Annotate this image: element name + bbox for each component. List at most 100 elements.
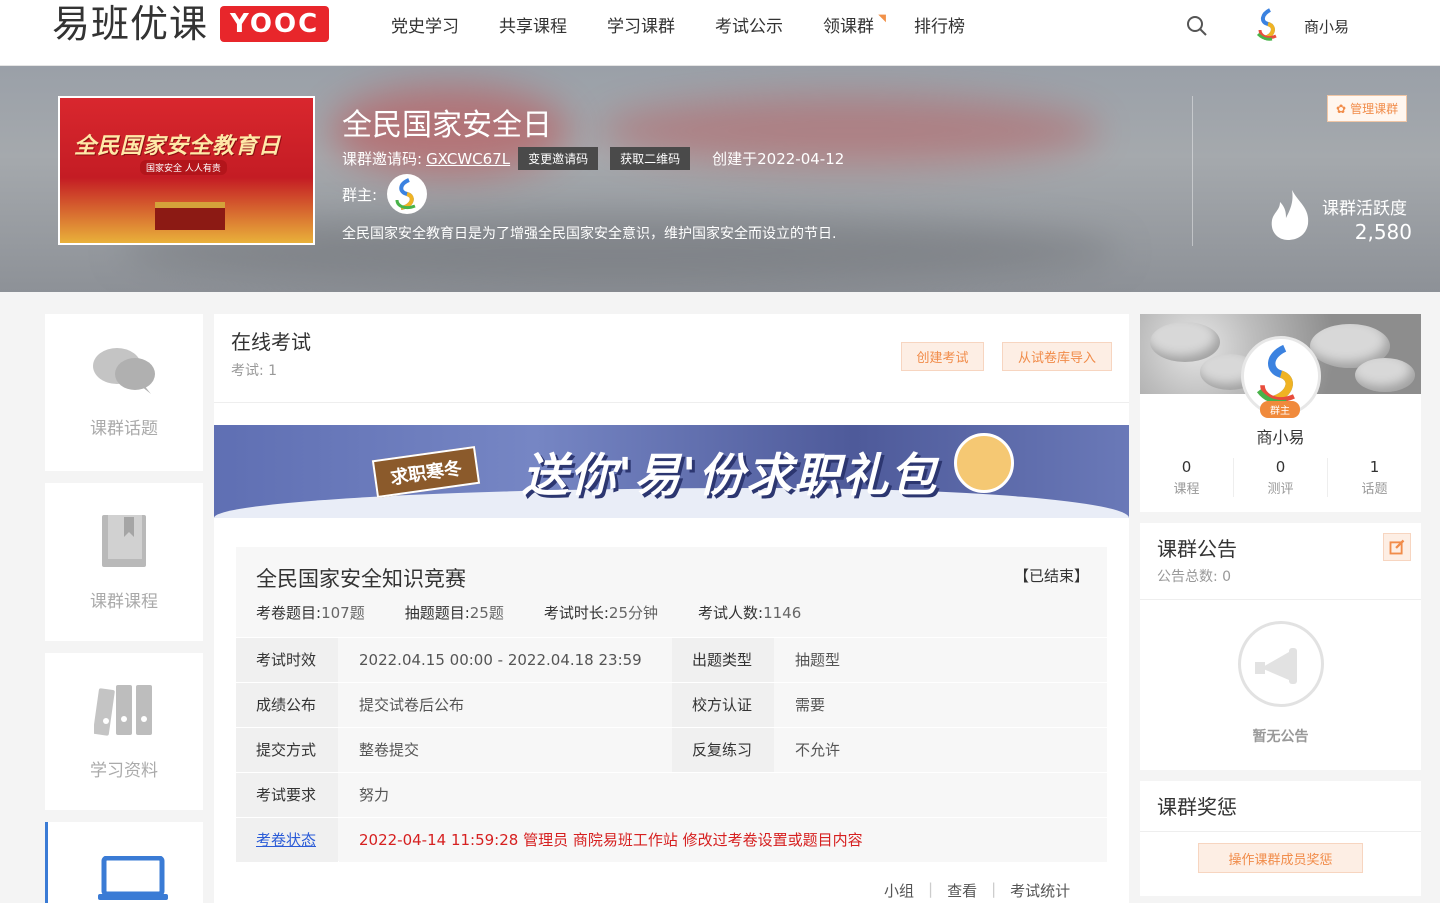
- nav-item-party-history[interactable]: 党史学习: [391, 14, 459, 40]
- chat-bubbles-icon: [93, 348, 155, 394]
- rss-icon: ◥: [878, 13, 886, 24]
- cell-value: 需要: [775, 683, 1107, 727]
- manage-rewards-button[interactable]: 操作课群成员奖惩: [1198, 843, 1363, 873]
- nav-item-study-groups[interactable]: 学习课群: [607, 14, 675, 40]
- sidebar-item-label: 课群话题: [90, 419, 158, 439]
- view-link[interactable]: 查看: [947, 880, 977, 901]
- banner-divider: [1192, 96, 1193, 246]
- owner-logo-icon: [395, 178, 416, 210]
- reward-card: 课群奖惩 操作课群成员奖惩: [1140, 781, 1421, 896]
- meta-label: 考试人数:: [698, 604, 764, 622]
- exam-status-link[interactable]: 考卷状态: [256, 831, 316, 849]
- cell-label: 考试时效: [236, 638, 338, 682]
- stat-label: 话题: [1361, 482, 1388, 497]
- change-invite-code-button[interactable]: 变更邀请码: [518, 147, 599, 170]
- promo-text: 送你'易'份求职礼包: [522, 448, 939, 502]
- section-divider: [214, 402, 1129, 403]
- invite-code[interactable]: GXCWC67L: [426, 150, 510, 168]
- invite-row: 课群邀请码: GXCWC67L 变更邀请码 获取二维码 创建于2022-04-1…: [342, 147, 844, 170]
- stat-topics[interactable]: 1 话题: [1328, 458, 1421, 497]
- stat-courses[interactable]: 0 课程: [1140, 458, 1234, 497]
- binders-icon: [94, 685, 152, 736]
- search-icon[interactable]: [1186, 15, 1208, 37]
- action-separator: |: [928, 880, 934, 898]
- exam-statistics-link[interactable]: 考试统计: [1010, 880, 1070, 901]
- group-cover-image: 全民国家安全教育日 国家安全 人人有责: [58, 96, 315, 245]
- owner-row: 群主:: [342, 174, 428, 214]
- manage-group-button[interactable]: ✿ 管理课群: [1327, 95, 1408, 122]
- invite-label: 课群邀请码:: [342, 150, 423, 168]
- user-avatar[interactable]: [1254, 8, 1284, 42]
- promo-banner[interactable]: 求职寒冬 送你'易'份求职礼包: [214, 425, 1129, 518]
- sidebar-item-exams[interactable]: [45, 822, 203, 903]
- cell-label: 成绩公布: [236, 683, 338, 727]
- gear-icon: ✿: [1336, 101, 1347, 116]
- cover-subtitle: 国家安全 人人有责: [140, 160, 227, 175]
- site-logo[interactable]: 易班优课 YOOC: [52, 2, 330, 46]
- nav-item-get-group-label: 领课群: [823, 17, 874, 37]
- created-date: 创建于2022-04-12: [712, 150, 845, 168]
- group-description: 全民国家安全教育日是为了增强全民国家安全意识，维护国家安全而设立的节日.: [342, 226, 837, 242]
- owner-badge: 群主: [1260, 401, 1300, 418]
- cell-value: 整卷提交: [339, 728, 670, 772]
- table-row: 考试时效 2022.04.15 00:00 - 2022.04.18 23:59…: [236, 637, 1107, 682]
- exam-count: 考试: 1: [231, 363, 278, 379]
- notice-count: 公告总数: 0: [1157, 569, 1232, 585]
- import-from-bank-button[interactable]: 从试卷库导入: [1002, 342, 1112, 371]
- group-link[interactable]: 小组: [884, 880, 914, 901]
- meta-value: 1146: [763, 604, 802, 622]
- tiger-mascot-icon: [954, 433, 1014, 493]
- meta-value: 25题: [469, 604, 504, 622]
- top-navigation-bar: 易班优课 YOOC 党史学习 共享课程 学习课群 考试公示 领课群 ◥ 排行榜 商…: [0, 0, 1440, 66]
- exam-card: 全民国家安全知识竞赛 【已结束】 考卷题目:107题 抽题题目:25题 考试时长…: [236, 547, 1107, 862]
- promo-sign: 求职寒冬: [371, 445, 481, 499]
- meta-total-questions: 考卷题目:107题: [256, 602, 365, 623]
- owner-label: 群主:: [342, 185, 378, 204]
- get-qrcode-button[interactable]: 获取二维码: [610, 147, 691, 170]
- notice-divider: [1140, 599, 1421, 600]
- owner-avatar[interactable]: [387, 174, 428, 214]
- nav-item-exam-notice[interactable]: 考试公示: [715, 14, 783, 40]
- logo-text: 易班优课: [52, 2, 209, 46]
- pebble-decoration: [1150, 322, 1220, 362]
- owner-profile-card: 群主 商小易 0 课程 0 测评 1 话题: [1140, 314, 1421, 512]
- meta-drawn-questions: 抽题题目:25题: [405, 602, 504, 623]
- create-exam-button[interactable]: 创建考试: [901, 342, 984, 371]
- meta-label: 考试时长:: [543, 604, 609, 622]
- edit-notice-button[interactable]: [1383, 533, 1411, 561]
- exam-status-badge: 【已结束】: [1013, 567, 1089, 585]
- sidebar-item-label: 课群课程: [90, 592, 158, 612]
- sidebar-item-courses[interactable]: 课群课程: [45, 483, 203, 641]
- exam-title[interactable]: 全民国家安全知识竞赛: [256, 563, 466, 593]
- stat-tests[interactable]: 0 测评: [1234, 458, 1328, 497]
- nav-item-ranking[interactable]: 排行榜: [914, 14, 965, 40]
- user-name[interactable]: 商小易: [1304, 16, 1349, 37]
- exam-meta: 考卷题目:107题 抽题题目:25题 考试时长:25分钟 考试人数:1146: [256, 602, 841, 623]
- activity-label: 课群活跃度: [1322, 199, 1407, 219]
- cover-gate-graphic: [155, 202, 225, 230]
- sidebar-item-topics[interactable]: 课群话题: [45, 314, 203, 471]
- cell-value: 努力: [339, 773, 1107, 817]
- cell-label: 反复练习: [672, 728, 774, 772]
- nav-item-get-group[interactable]: 领课群 ◥: [823, 13, 886, 40]
- megaphone-icon: [1238, 621, 1324, 707]
- activity-value: 2,580: [1354, 220, 1412, 244]
- stat-label: 测评: [1267, 482, 1294, 497]
- exam-actions: 小组 | 查看 | 考试统计: [884, 880, 1070, 901]
- reward-divider: [1140, 831, 1421, 832]
- meta-label: 抽题题目:: [404, 604, 470, 622]
- sidebar-item-label: 学习资料: [90, 761, 158, 781]
- meta-duration: 考试时长:25分钟: [544, 602, 658, 623]
- profile-name[interactable]: 商小易: [1140, 424, 1421, 448]
- stat-number: 1: [1369, 458, 1380, 476]
- cell-label: 提交方式: [236, 728, 338, 772]
- action-separator: |: [991, 880, 997, 898]
- cell-value: 不允许: [775, 728, 1107, 772]
- table-row: 考试要求 努力: [236, 772, 1107, 817]
- nav-item-shared-courses[interactable]: 共享课程: [499, 14, 567, 40]
- table-row: 成绩公布 提交试卷后公布 校方认证 需要: [236, 682, 1107, 727]
- meta-value: 107题: [321, 604, 365, 622]
- stat-number: 0: [1275, 458, 1286, 476]
- profile-stats: 0 课程 0 测评 1 话题: [1140, 458, 1421, 497]
- sidebar-item-materials[interactable]: 学习资料: [45, 653, 203, 810]
